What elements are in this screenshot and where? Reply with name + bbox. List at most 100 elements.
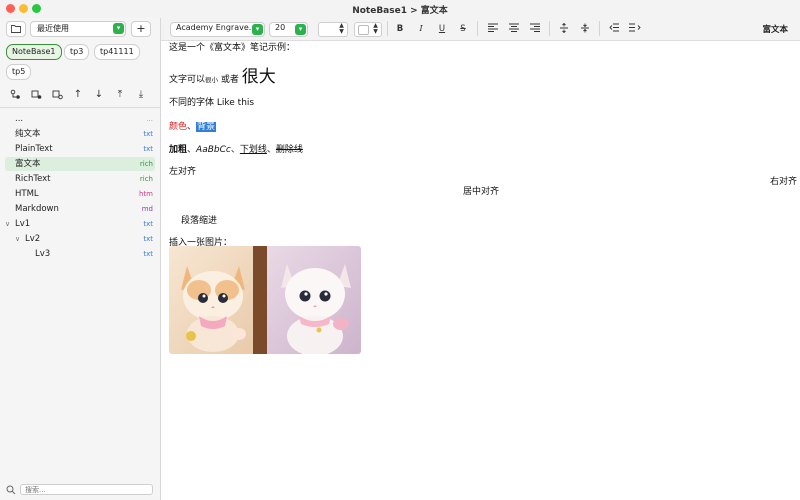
strikethrough-text: 删除线 xyxy=(275,145,303,155)
chevron-down-icon: ▾ xyxy=(252,24,263,35)
bold-button[interactable]: B xyxy=(394,23,406,35)
title-bar: NoteBase1 > 富文本 xyxy=(0,0,800,18)
tree-item-label: Lv2 xyxy=(25,234,41,244)
tree-item-type: txt xyxy=(143,130,153,138)
recent-select-label: 最近使用 xyxy=(37,24,69,33)
tree-row[interactable]: RichText rich xyxy=(5,172,155,186)
big-text: 很大 xyxy=(241,67,276,87)
chevron-down-icon: ▼ xyxy=(339,28,344,35)
base-chip-notebase1[interactable]: NoteBase1 xyxy=(6,44,62,60)
tree-item-label: ... xyxy=(15,114,24,124)
left-aligned-text: 左对齐 xyxy=(169,167,197,177)
align-center-icon[interactable] xyxy=(508,23,520,35)
italic-button[interactable]: I xyxy=(415,23,427,35)
search-input[interactable] xyxy=(20,484,153,495)
tree-row[interactable]: PlainText txt xyxy=(5,142,155,156)
tree-actions: ↑ ↓ ⤒ ⤓ xyxy=(0,89,160,103)
tree-row[interactable]: Markdown md xyxy=(5,202,155,216)
add-child-icon[interactable] xyxy=(9,89,21,101)
font-select[interactable]: Academy Engrave... ▾ xyxy=(170,22,265,37)
outdent-icon[interactable] xyxy=(608,23,620,35)
right-aligned-text: 右对齐 xyxy=(769,177,797,187)
toolbar-divider xyxy=(549,21,550,36)
size-demo-line: 文字可以很小 或者 很大 xyxy=(169,62,276,87)
settings-node-icon[interactable] xyxy=(51,89,63,101)
font-size-label: 20 xyxy=(275,23,286,32)
tree-row[interactable]: ... ... xyxy=(5,112,155,126)
base-chip-tp5[interactable]: tp5 xyxy=(6,64,32,80)
chevron-down-icon[interactable]: ∨ xyxy=(15,232,20,246)
tree-item-label: RichText xyxy=(15,174,51,184)
tree-row[interactable]: Lv3 txt xyxy=(5,247,155,261)
size-mid: 或者 xyxy=(218,75,242,85)
underline-button[interactable]: U xyxy=(436,23,448,35)
move-top-icon[interactable]: ⤒ xyxy=(114,89,126,101)
font-select-label: Academy Engrave... xyxy=(176,23,257,32)
tree-item-type: rich xyxy=(139,175,153,183)
separator: 、 xyxy=(187,145,197,155)
line-spacing-stepper[interactable]: ▲ ▼ xyxy=(318,22,348,37)
style-demo-line: 加粗、AaBbCc、下划线、删除线 xyxy=(169,142,303,155)
rich-text-editor[interactable]: 这是一个《富文本》笔记示例： 文字可以很小 或者 很大 不同的字体 Like t… xyxy=(161,40,800,500)
center-aligned-text: 居中对齐 xyxy=(463,187,500,197)
strikethrough-button[interactable]: S xyxy=(457,23,469,35)
window-title: NoteBase1 > 富文本 xyxy=(352,6,448,16)
document-title: 富文本 xyxy=(762,25,788,35)
tree-item-type: txt xyxy=(143,220,153,228)
font-demo-line: 不同的字体 Like this xyxy=(169,98,255,108)
tree-row-selected[interactable]: 富文本 rich xyxy=(5,157,155,171)
move-bottom-icon[interactable]: ⤓ xyxy=(135,89,147,101)
tree-row[interactable]: ∨ Lv2 txt xyxy=(5,232,155,246)
increase-spacing-icon[interactable] xyxy=(558,22,570,35)
add-base-button[interactable]: + xyxy=(131,21,151,37)
move-down-icon[interactable]: ↓ xyxy=(93,89,105,101)
toolbar-divider xyxy=(387,21,388,36)
chevron-down-icon[interactable]: ∨ xyxy=(5,217,10,231)
tree-item-type: txt xyxy=(143,145,153,153)
font-size-select[interactable]: 20 ▾ xyxy=(269,22,308,37)
recent-select[interactable]: 最近使用 ▾ xyxy=(30,21,126,37)
tree-item-type: txt xyxy=(143,250,153,258)
open-folder-button[interactable] xyxy=(6,21,26,37)
base-chip-tp3[interactable]: tp3 xyxy=(64,44,90,60)
underline-text: 下划线 xyxy=(239,145,267,155)
move-up-icon[interactable]: ↑ xyxy=(72,89,84,101)
folder-icon xyxy=(11,25,21,33)
sidebar-toolbar: 最近使用 ▾ + xyxy=(0,18,160,40)
red-text: 颜色 xyxy=(169,122,188,132)
tree-row[interactable]: ∨ Lv1 txt xyxy=(5,217,155,231)
align-right-icon[interactable] xyxy=(529,23,541,35)
sidebar-search xyxy=(5,484,155,496)
color-demo-line: 颜色、背景 xyxy=(169,119,217,132)
bold-text: 加粗 xyxy=(169,145,188,155)
sidebar: 最近使用 ▾ + NoteBase1 tp3 tp41111 tp5 ↑ ↓ ⤒… xyxy=(0,18,161,500)
intro-line: 这是一个《富文本》笔记示例： xyxy=(169,43,296,53)
decrease-spacing-icon[interactable] xyxy=(579,23,591,35)
separator: 、 xyxy=(266,145,276,155)
tree-item-type: rich xyxy=(139,160,153,168)
tree-item-label: HTML xyxy=(15,189,39,199)
text-color-picker[interactable]: ▲ ▼ xyxy=(354,22,382,37)
base-chip-tp41111[interactable]: tp41111 xyxy=(94,44,140,60)
tree-item-label: 富文本 xyxy=(15,159,41,169)
tree-row[interactable]: 纯文本 txt xyxy=(5,127,155,141)
indent-icon[interactable] xyxy=(629,23,641,35)
add-sibling-icon[interactable] xyxy=(30,89,42,101)
indented-text: 段落缩进 xyxy=(181,216,218,226)
separator: 、 xyxy=(230,145,240,155)
small-text: 很小 xyxy=(205,76,219,84)
kitten-photo xyxy=(169,246,361,354)
italic-text: AaBbCc xyxy=(196,145,231,155)
toolbar-divider xyxy=(599,21,600,36)
align-left-icon[interactable] xyxy=(487,23,499,35)
search-icon xyxy=(6,485,16,495)
tree-item-label: Lv3 xyxy=(35,249,51,259)
highlight-text: 背景 xyxy=(196,122,217,132)
chevron-down-icon: ▾ xyxy=(295,24,306,35)
tree-item-label: 纯文本 xyxy=(15,129,41,139)
tree-row[interactable]: HTML htm xyxy=(5,187,155,201)
size-prefix: 文字可以 xyxy=(169,75,206,85)
chevron-down-icon: ▾ xyxy=(113,23,124,34)
color-swatch xyxy=(358,25,369,35)
chevron-down-icon: ▼ xyxy=(373,28,378,35)
